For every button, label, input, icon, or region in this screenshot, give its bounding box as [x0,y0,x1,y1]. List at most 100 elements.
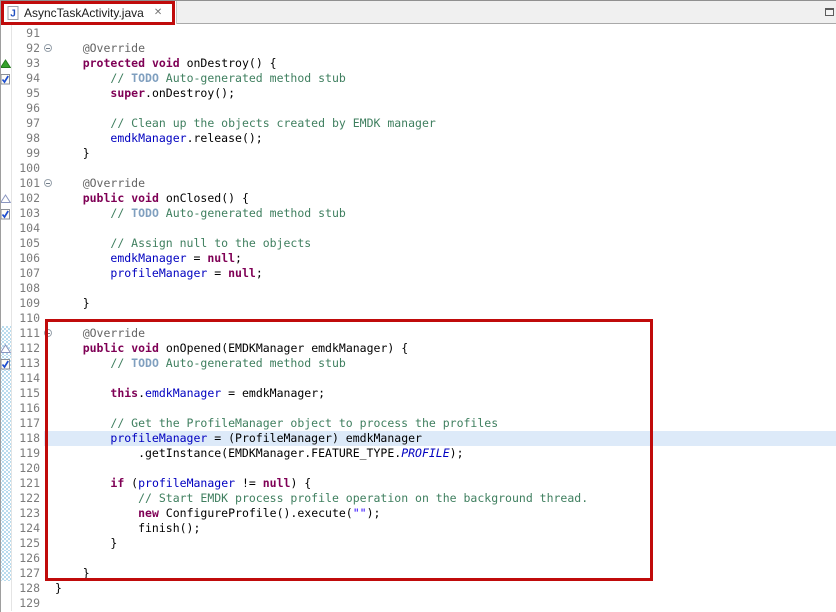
code-line-row[interactable]: 111 @Override [0,326,836,341]
code-text[interactable]: super.onDestroy(); [55,86,836,101]
restore-view-icon[interactable] [825,8,834,16]
code-text[interactable]: emdkManager = null; [55,251,836,266]
code-text[interactable]: public void onOpened(EMDKManager emdkMan… [55,341,836,356]
fold-column-cell [44,221,55,236]
code-line-row[interactable]: 110 [0,311,836,326]
code-text[interactable]: // Assign null to the objects [55,236,836,251]
code-text[interactable]: new ConfigureProfile().execute(""); [55,506,836,521]
code-line-row[interactable]: 124 finish(); [0,521,836,536]
code-text[interactable] [55,461,836,476]
line-number: 111 [12,326,44,341]
code-text[interactable]: .getInstance(EMDKManager.FEATURE_TYPE.PR… [55,446,836,461]
line-number: 102 [12,191,44,206]
code-text[interactable]: emdkManager.release(); [55,131,836,146]
fold-column-cell[interactable] [44,326,55,341]
code-text[interactable] [55,551,836,566]
code-text[interactable]: // Clean up the objects created by EMDK … [55,116,836,131]
code-line-row[interactable]: 126 [0,551,836,566]
code-line-row[interactable]: 101 @Override [0,176,836,191]
code-line-row[interactable]: 121 if (profileManager != null) { [0,476,836,491]
code-text[interactable] [55,101,836,116]
code-text[interactable] [55,161,836,176]
code-text[interactable]: // Start EMDK process profile operation … [55,491,836,506]
code-text[interactable]: protected void onDestroy() { [55,56,836,71]
code-line-row[interactable]: 115 this.emdkManager = emdkManager; [0,386,836,401]
code-line-row[interactable]: 95 super.onDestroy(); [0,86,836,101]
code-text[interactable]: // TODO Auto-generated method stub [55,206,836,221]
code-line-row[interactable]: 105 // Assign null to the objects [0,236,836,251]
code-line-row[interactable]: 118 profileManager = (ProfileManager) em… [0,431,836,446]
fold-column-cell[interactable] [44,41,55,56]
code-line-row[interactable]: 116 [0,401,836,416]
fold-column-cell [44,521,55,536]
code-line-row[interactable]: 128} [0,581,836,596]
code-line-row[interactable]: 120 [0,461,836,476]
code-line-row[interactable]: 92 @Override [0,41,836,56]
code-text[interactable]: } [55,581,836,596]
code-line-row[interactable]: 122 // Start EMDK process profile operat… [0,491,836,506]
code-text[interactable]: profileManager = (ProfileManager) emdkMa… [55,431,836,446]
marker-bar-cell[interactable] [0,206,12,221]
code-line-row[interactable]: 108 [0,281,836,296]
code-line-row[interactable]: 129 [0,596,836,611]
code-text[interactable]: if (profileManager != null) { [55,476,836,491]
marker-bar-cell[interactable] [0,191,12,206]
code-editor-area[interactable]: 90 }9192 @Override93 protected void onDe… [0,24,836,612]
tab-asynctaskactivity[interactable]: J AsyncTaskActivity.java ✕ [0,1,177,24]
code-line-row[interactable]: 117 // Get the ProfileManager object to … [0,416,836,431]
code-text[interactable]: // TODO Auto-generated method stub [55,356,836,371]
code-line-row[interactable]: 127 } [0,566,836,581]
code-line-row[interactable]: 102 public void onClosed() { [0,191,836,206]
code-line-row[interactable]: 98 emdkManager.release(); [0,131,836,146]
code-line-row[interactable]: 97 // Clean up the objects created by EM… [0,116,836,131]
code-text[interactable]: @Override [55,176,836,191]
code-text[interactable]: // Get the ProfileManager object to proc… [55,416,836,431]
marker-bar-cell[interactable] [0,71,12,86]
code-line-row[interactable]: 119 .getInstance(EMDKManager.FEATURE_TYP… [0,446,836,461]
fold-collapse-icon[interactable] [44,44,52,52]
code-text[interactable]: this.emdkManager = emdkManager; [55,386,836,401]
code-line-row[interactable]: 106 emdkManager = null; [0,251,836,266]
code-line-row[interactable]: 112 public void onOpened(EMDKManager emd… [0,341,836,356]
code-line-row[interactable]: 96 [0,101,836,116]
fold-column-cell [44,311,55,326]
code-text[interactable]: } [55,536,836,551]
code-line-row[interactable]: 99 } [0,146,836,161]
code-line-row[interactable]: 100 [0,161,836,176]
fold-collapse-icon[interactable] [44,179,52,187]
code-text[interactable]: // TODO Auto-generated method stub [55,71,836,86]
code-line-row[interactable]: 91 [0,26,836,41]
code-text[interactable]: @Override [55,326,836,341]
code-text[interactable] [55,221,836,236]
fold-collapse-icon[interactable] [44,329,52,337]
code-line-row[interactable]: 109 } [0,296,836,311]
code-line-row[interactable]: 107 profileManager = null; [0,266,836,281]
code-text[interactable] [55,281,836,296]
editor-rows: 90 }9192 @Override93 protected void onDe… [0,24,836,611]
close-icon[interactable]: ✕ [154,8,162,18]
code-text[interactable] [55,401,836,416]
code-line-row[interactable]: 104 [0,221,836,236]
fold-column-cell[interactable] [44,176,55,191]
range-indicator-marker-cell[interactable] [0,341,12,356]
code-line-row[interactable]: 94 // TODO Auto-generated method stub [0,71,836,86]
code-line-row[interactable]: 93 protected void onDestroy() { [0,56,836,71]
code-line-row[interactable]: 125 } [0,536,836,551]
code-text[interactable]: } [55,146,836,161]
code-line-row[interactable]: 114 [0,371,836,386]
code-line-row[interactable]: 123 new ConfigureProfile().execute(""); [0,506,836,521]
code-text[interactable]: } [55,566,836,581]
code-line-row[interactable]: 113 // TODO Auto-generated method stub [0,356,836,371]
code-text[interactable]: @Override [55,41,836,56]
range-indicator-marker-cell[interactable] [0,356,12,371]
code-text[interactable]: } [55,296,836,311]
marker-bar-cell[interactable] [0,56,12,71]
code-line-row[interactable]: 103 // TODO Auto-generated method stub [0,206,836,221]
code-text[interactable] [55,371,836,386]
code-text[interactable]: public void onClosed() { [55,191,836,206]
code-text[interactable] [55,311,836,326]
code-text[interactable] [55,26,836,41]
code-text[interactable] [55,596,836,611]
code-text[interactable]: profileManager = null; [55,266,836,281]
code-text[interactable]: finish(); [55,521,836,536]
